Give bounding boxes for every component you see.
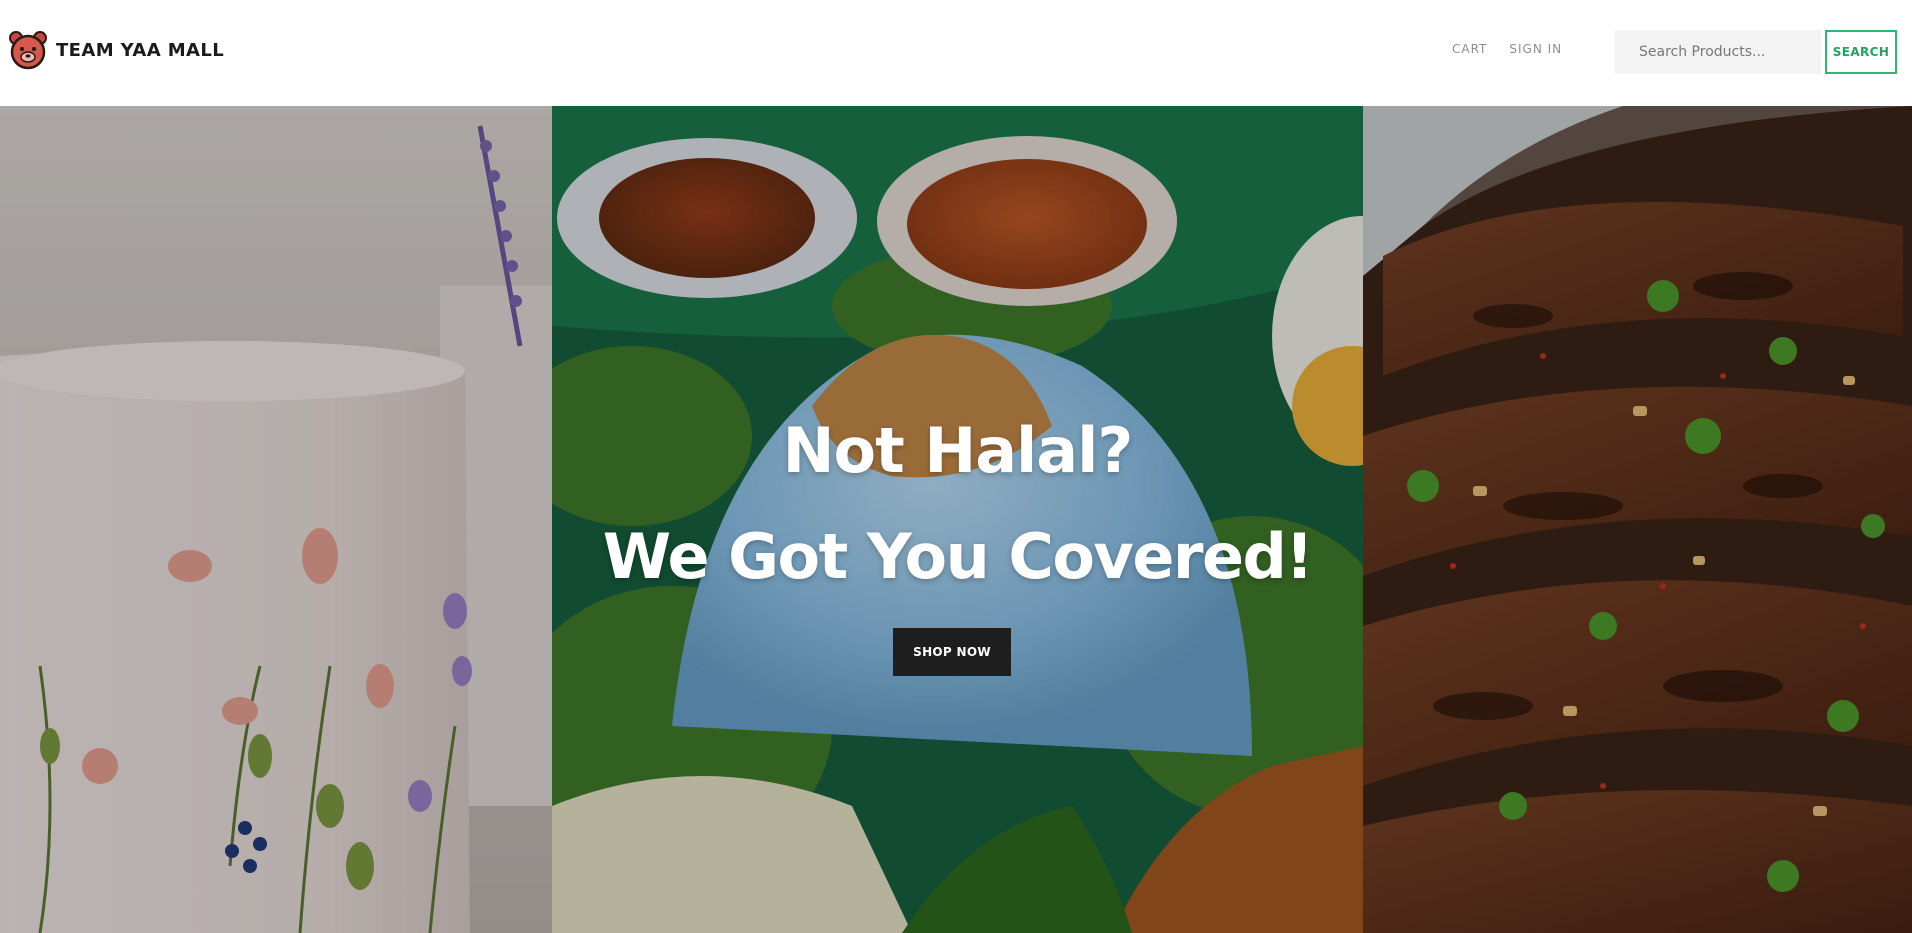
hero-satay-image bbox=[1363, 106, 1912, 933]
hero-cake-image bbox=[0, 106, 552, 933]
nav-links: CART SIGN IN bbox=[1452, 42, 1562, 56]
hero-cake-dim-overlay bbox=[0, 106, 552, 933]
top-navbar: TEAM YAA MALL CART SIGN IN SEARCH bbox=[0, 0, 1912, 106]
brand-name: TEAM YAA MALL bbox=[56, 39, 225, 61]
hero-text-block: Not Halal? We Got You Covered! SHOP NOW bbox=[552, 106, 1363, 933]
bear-face-icon bbox=[9, 31, 47, 70]
hero-banner: Not Halal? We Got You Covered! SHOP NOW bbox=[0, 106, 1912, 933]
hero-headline-line2: We Got You Covered! bbox=[602, 520, 1314, 593]
hero-satay-dim-overlay bbox=[1363, 106, 1912, 933]
hero-headline-line1: Not Halal? bbox=[782, 414, 1134, 487]
search-button[interactable]: SEARCH bbox=[1825, 30, 1897, 74]
search-input[interactable] bbox=[1615, 30, 1821, 74]
nav-cart-link[interactable]: CART bbox=[1452, 42, 1487, 56]
brand-home-link[interactable]: TEAM YAA MALL bbox=[8, 30, 224, 70]
nav-sign-in-link[interactable]: SIGN IN bbox=[1509, 42, 1562, 56]
shop-now-button[interactable]: SHOP NOW bbox=[893, 628, 1011, 676]
